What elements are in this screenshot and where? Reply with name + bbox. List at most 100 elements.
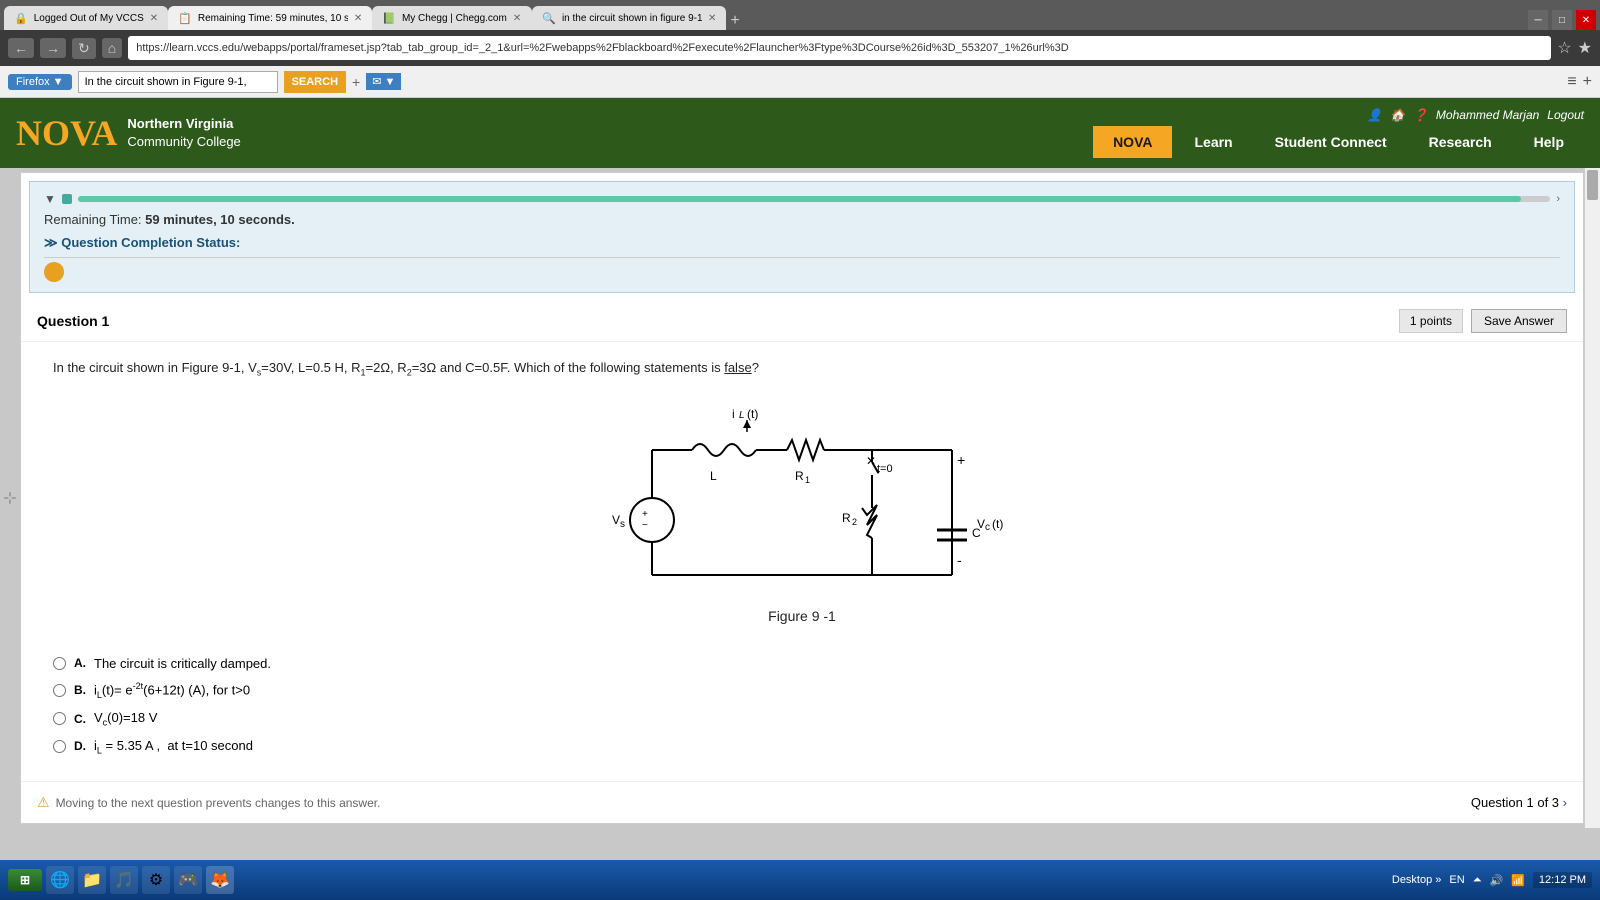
choice-b: B. iL(t)= e-2t(6+12t) (A), for t>0 [53,681,1551,700]
nova-logo[interactable]: NOVA [16,112,117,154]
radio-d[interactable] [53,740,66,753]
taskbar-ie[interactable]: 🌐 [46,866,74,894]
circuit-svg: i L (t) L R [592,400,1012,600]
bookmark-button[interactable]: ☆ [1557,38,1571,58]
taskbar-game[interactable]: 🎮 [174,866,202,894]
username: Mohammed Marjan [1436,108,1539,122]
address-text: https://learn.vccs.edu/webapps/portal/fr… [136,42,1069,54]
nova-logo-text: NOVA [16,113,117,153]
svg-text:t=0: t=0 [877,463,893,475]
close-button[interactable]: ✕ [1576,10,1596,30]
tab-4-favicon: 🔍 [542,12,556,25]
tab-2-close[interactable]: ✕ [354,13,362,24]
svg-text:i: i [732,407,735,421]
question-nav-text: Question 1 of 3 [1471,795,1559,810]
scroll-right[interactable]: › [1556,193,1560,205]
label-a: A. [74,656,86,670]
nova-logo-area: NOVA Northern Virginia Community College [16,112,241,154]
svg-text:+: + [642,509,648,520]
browser-window: 🔒 Logged Out of My VCCS ✕ 📋 Remaining Ti… [0,0,1600,828]
svg-text:L: L [710,469,717,483]
drag-icon[interactable]: ⊹ [3,488,16,508]
question-header: Question 1 1 points Save Answer [21,301,1583,342]
mail-button[interactable]: ✉ ▼ [366,73,401,90]
minimize-button[interactable]: ─ [1528,10,1548,30]
nav-learn[interactable]: Learn [1174,126,1252,158]
yahoo-search-input[interactable] [78,71,278,93]
taskbar-volume[interactable]: 🔊 [1490,874,1504,887]
tab-1[interactable]: 🔒 Logged Out of My VCCS ✕ [4,6,168,30]
choice-a: A. The circuit is critically damped. [53,656,1551,671]
college-name-line1: Northern Virginia [127,115,240,133]
text-c: Vc(0)=18 V [94,710,157,728]
home-button[interactable]: ⌂ [102,38,122,58]
reload-button[interactable]: ↻ [72,38,96,59]
tab-3-close[interactable]: ✕ [513,13,521,24]
tab-3[interactable]: 📗 My Chegg | Chegg.com ✕ [372,6,532,30]
svg-text:−: − [642,520,648,531]
collapse-arrow[interactable]: ▼ [44,192,56,206]
nova-nav: NOVA Learn Student Connect Research Help [1093,126,1584,158]
tab-4[interactable]: 🔍 in the circuit shown in figure 9-1, vs… [532,6,726,30]
taskbar-media[interactable]: 🎵 [110,866,138,894]
label-b: B. [74,683,86,697]
question-title: Question 1 [37,313,109,329]
taskbar-firefox[interactable]: 🦊 [206,866,234,894]
next-question-arrow[interactable]: › [1563,795,1567,810]
circuit-diagram: i L (t) L R [53,400,1551,636]
question-dots [44,257,1560,282]
taskbar: ⊞ 🌐 📁 🎵 ⚙ 🎮 🦊 Desktop » EN ⏶ 🔊 📶 12:12 P… [0,860,1600,900]
start-button[interactable]: ⊞ [8,869,42,891]
nav-bar: ← → ↻ ⌂ https://learn.vccs.edu/webapps/p… [0,30,1600,66]
firefox-button[interactable]: Firefox ▼ [8,74,72,90]
question-body: In the circuit shown in Figure 9-1, Vs=3… [21,342,1583,781]
content-area: ▼ › Remaining Time: 59 minutes, 10 secon… [20,172,1584,824]
tab-1-close[interactable]: ✕ [150,13,158,24]
maximize-button[interactable]: □ [1552,10,1572,30]
taskbar-flags: ⏶ [1473,874,1482,887]
remaining-value: 59 minutes, 10 seconds. [145,212,295,227]
choice-c: C. Vc(0)=18 V [53,710,1551,728]
taskbar-time: 12:12 PM [1533,872,1592,888]
false-word: false [724,360,751,375]
taskbar-explorer[interactable]: 📁 [78,866,106,894]
taskbar-settings[interactable]: ⚙ [142,866,170,894]
nav-research[interactable]: Research [1409,126,1512,158]
tab-4-close[interactable]: ✕ [708,13,716,24]
menu-button[interactable]: ≡ [1567,73,1576,91]
home-icon: 🏠 [1390,108,1405,122]
svg-text:R: R [795,469,804,483]
tab-2[interactable]: 📋 Remaining Time: 59 minutes, 10 seco...… [168,6,372,30]
nav-nova[interactable]: NOVA [1093,126,1172,158]
windows-icon: ⊞ [20,873,30,887]
completion-row: ≫ Question Completion Status: [44,235,1560,251]
add-button[interactable]: + [1583,73,1592,91]
svg-text:L: L [739,410,745,421]
logout-link[interactable]: Logout [1547,108,1584,122]
forward-button[interactable]: → [40,38,66,58]
radio-c[interactable] [53,712,66,725]
address-bar[interactable]: https://learn.vccs.edu/webapps/portal/fr… [128,36,1551,60]
save-answer-button[interactable]: Save Answer [1471,309,1567,333]
tab-1-favicon: 🔒 [14,12,28,25]
svg-text:✕: ✕ [866,454,876,468]
answer-choices: A. The circuit is critically damped. B. … [53,656,1551,755]
college-name-line2: Community College [127,133,240,151]
back-button[interactable]: ← [8,38,34,58]
yahoo-search-button[interactable]: SEARCH [284,71,346,93]
timer-header: ▼ › [44,192,1560,206]
radio-a[interactable] [53,657,66,670]
nav-student-connect[interactable]: Student Connect [1255,126,1407,158]
nav-help[interactable]: Help [1514,126,1584,158]
points-badge: 1 points [1399,309,1463,333]
scrollbar-thumb[interactable] [1587,170,1598,200]
warning-text: ⚠ Moving to the next question prevents c… [37,794,380,811]
new-tab-button[interactable]: + [730,12,739,30]
college-name: Northern Virginia Community College [127,115,240,151]
star-button[interactable]: ★ [1578,38,1592,58]
radio-b[interactable] [53,684,66,697]
tab-3-title: My Chegg | Chegg.com [402,13,507,24]
figure-label: Figure 9 -1 [768,608,836,624]
completion-label[interactable]: ≫ Question Completion Status: [44,235,240,250]
green-indicator [62,194,72,204]
